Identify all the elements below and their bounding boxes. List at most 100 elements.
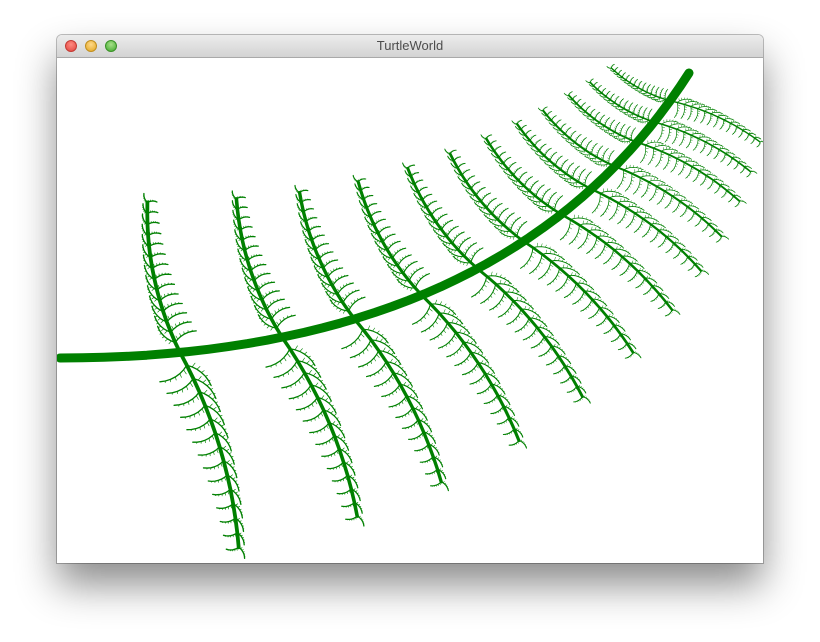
fern-pinnule bbox=[656, 190, 665, 205]
fern-pinnule bbox=[454, 351, 472, 367]
fern-pinnule bbox=[657, 236, 667, 248]
fern-pinna bbox=[590, 187, 703, 272]
fern-pinnule bbox=[640, 144, 647, 164]
window-title: TurtleWorld bbox=[376, 38, 444, 53]
fern-pinna bbox=[420, 293, 521, 443]
fern-pinnule bbox=[599, 114, 606, 124]
fern-pinnule bbox=[377, 226, 391, 235]
fern-pinnule bbox=[207, 474, 228, 483]
fern-pinna bbox=[297, 190, 357, 321]
fern-pinnule bbox=[545, 355, 559, 366]
fern-pinnule bbox=[314, 243, 330, 251]
fern-pinnule bbox=[624, 351, 634, 359]
fern-pinnule bbox=[275, 314, 296, 329]
fern-pinnule bbox=[166, 312, 188, 323]
fern-pinnule bbox=[739, 200, 747, 204]
fern-pinnule bbox=[638, 105, 643, 117]
fern-pinnule bbox=[660, 87, 664, 99]
fern-pinnule bbox=[547, 191, 557, 207]
fern-pinna bbox=[542, 109, 616, 168]
fern-pinnule bbox=[606, 66, 612, 69]
fern-pinnule bbox=[358, 350, 380, 368]
fern-pinnule bbox=[591, 143, 598, 155]
fern-pinnule bbox=[640, 181, 649, 198]
fern-pinnule bbox=[508, 439, 520, 446]
fern-pinnule bbox=[538, 345, 552, 357]
fern-pinnule bbox=[706, 113, 712, 126]
fern-pinnule bbox=[568, 224, 580, 245]
fern-pinnule bbox=[435, 213, 448, 224]
fern-pinnule bbox=[625, 212, 635, 229]
fern-pinnule bbox=[713, 148, 719, 160]
fern-pinnule bbox=[430, 481, 442, 487]
fern-pinnule bbox=[417, 186, 428, 194]
fern-pinnule bbox=[483, 394, 499, 405]
fern-pinnule bbox=[192, 432, 216, 443]
fern-pinnule bbox=[466, 175, 476, 183]
fern-pinnule bbox=[559, 219, 571, 241]
fern-pinnule bbox=[322, 259, 339, 269]
fern-pinnule bbox=[633, 218, 643, 233]
turtle-canvas[interactable] bbox=[57, 58, 763, 563]
fern-pinna bbox=[145, 200, 182, 355]
fern-pinnule bbox=[281, 371, 306, 389]
fern-pinnule bbox=[628, 102, 634, 112]
title-bar[interactable]: TurtleWorld bbox=[57, 35, 763, 58]
fern-pinnule bbox=[614, 96, 620, 104]
fern-pinnule bbox=[414, 443, 430, 452]
fern-pinnule bbox=[600, 197, 610, 217]
fern-pinnule bbox=[265, 298, 285, 311]
fern-pinnule bbox=[212, 488, 232, 496]
fern-pinnule bbox=[331, 474, 349, 482]
fern-pinnule bbox=[186, 418, 211, 431]
fern-pinnule bbox=[461, 362, 479, 376]
fern-pinnule bbox=[336, 488, 352, 495]
fern-pinnule bbox=[678, 131, 685, 147]
fern-pinnule bbox=[257, 281, 276, 292]
fern-pinnule bbox=[318, 251, 334, 260]
fern-pinnule bbox=[651, 85, 656, 95]
fern-pinnule bbox=[680, 103, 685, 119]
fern-pinnule bbox=[643, 107, 648, 119]
fern-pinnule bbox=[250, 263, 267, 272]
fern-pinnule bbox=[732, 125, 737, 135]
fern-pinnule bbox=[633, 104, 638, 115]
fern-pinnule bbox=[156, 283, 176, 291]
fern-pinnule bbox=[720, 152, 726, 163]
fern-pinnule bbox=[173, 391, 201, 406]
fern-pinnule bbox=[655, 150, 662, 168]
fern-pinnule bbox=[584, 171, 592, 187]
fern-pinnule bbox=[425, 468, 438, 475]
fern-pinnule bbox=[216, 503, 234, 509]
fern-pinnule bbox=[638, 80, 643, 89]
fern-pinnule bbox=[596, 315, 608, 327]
fern-pinnule bbox=[603, 324, 615, 334]
fern-pinnule bbox=[529, 253, 543, 275]
fern-pinnule bbox=[622, 72, 626, 78]
fern-pinnule bbox=[615, 121, 621, 133]
fern-pinnule bbox=[373, 218, 386, 227]
fern-pinnule bbox=[692, 137, 699, 151]
fern-pinnule bbox=[202, 460, 225, 469]
fern-pinnule bbox=[446, 341, 464, 358]
fern-pinnule bbox=[348, 296, 366, 312]
fern-pinnule bbox=[619, 262, 630, 276]
fern-pinnule bbox=[422, 193, 433, 201]
fern-pinnule bbox=[309, 422, 330, 434]
fern-pinnule bbox=[699, 141, 706, 154]
fern-pinnule bbox=[591, 192, 601, 214]
fern-pinnule bbox=[692, 170, 700, 182]
fern-pinnule bbox=[603, 249, 615, 265]
fern-pinnule bbox=[624, 173, 633, 192]
fern-pinnule bbox=[426, 200, 438, 209]
fern-pinnule bbox=[719, 119, 725, 130]
fern-pinnule bbox=[341, 328, 364, 350]
fern-pinnule bbox=[744, 133, 749, 141]
fern-pinnule bbox=[687, 106, 692, 121]
fern-pinnule bbox=[670, 157, 677, 173]
fern-pinnule bbox=[345, 515, 358, 521]
fern-pinnule bbox=[608, 202, 618, 221]
fern-pinnule bbox=[714, 184, 721, 194]
fern-pinnule bbox=[327, 267, 344, 278]
fern-pinnule bbox=[580, 137, 587, 148]
